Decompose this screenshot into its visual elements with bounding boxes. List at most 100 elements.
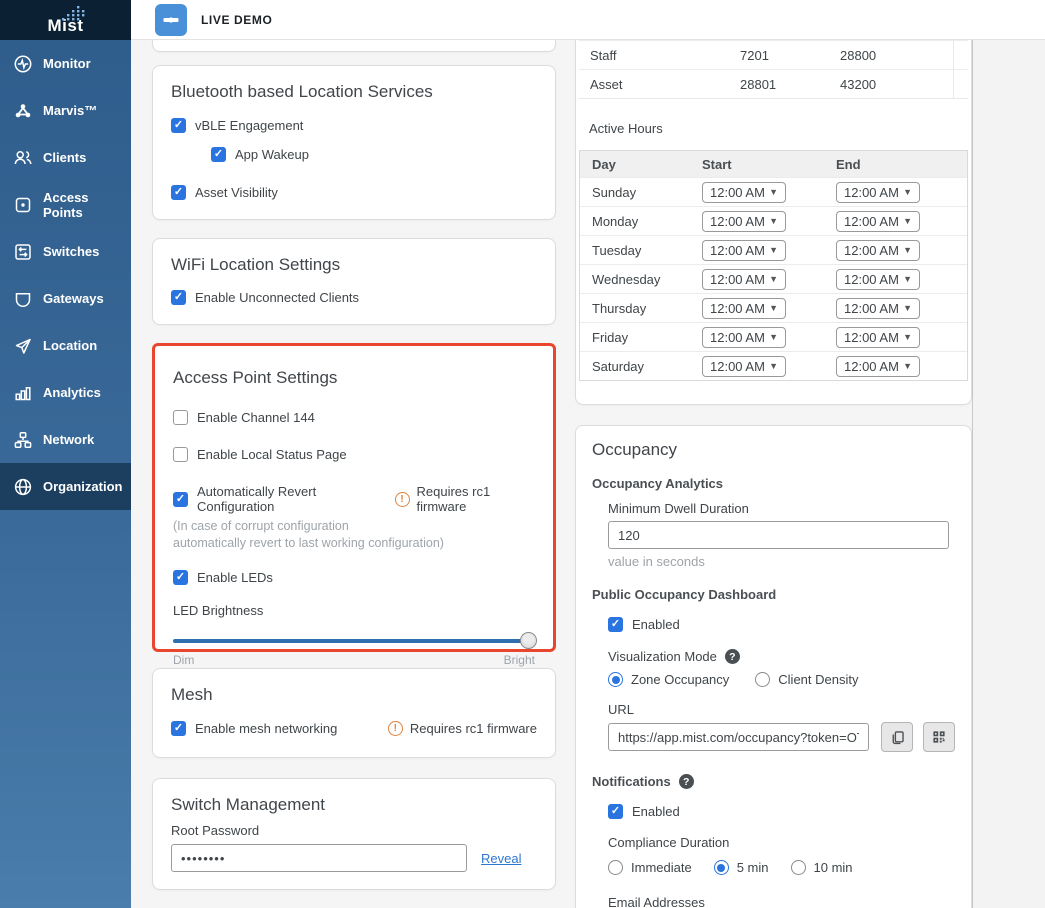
end-time-select[interactable]: 12:00 AM▼	[836, 269, 920, 290]
sidebar-item-clients[interactable]: Clients	[0, 134, 131, 181]
start-time-select[interactable]: 12:00 AM▼	[702, 269, 786, 290]
enable-mesh-checkbox[interactable]: ✓	[171, 721, 186, 736]
active-hours-card: Staff 7201 28800 Asset 28801 43200 Activ…	[575, 40, 972, 405]
local-status-page-checkbox[interactable]	[173, 447, 188, 462]
wifi-location-card: WiFi Location Settings ✓ Enable Unconnec…	[152, 238, 556, 325]
start-time-select[interactable]: 12:00 AM▼	[702, 356, 786, 377]
bluetooth-location-card: Bluetooth based Location Services ✓ vBLE…	[152, 65, 556, 220]
root-password-input[interactable]	[171, 844, 467, 872]
radio-icon[interactable]	[608, 672, 623, 687]
clients-icon	[13, 148, 33, 168]
card-title: Bluetooth based Location Services	[171, 82, 537, 102]
highlight-outline: Access Point Settings Enable Channel 144…	[152, 343, 556, 652]
help-icon[interactable]: ?	[679, 774, 694, 789]
start-time-select[interactable]: 12:00 AM▼	[702, 240, 786, 261]
sidebar-item-location[interactable]: Location	[0, 322, 131, 369]
marvis-icon	[13, 101, 33, 121]
compliance-10min-option[interactable]: 10 min	[791, 860, 853, 875]
sidebar-item-label: Network	[43, 432, 94, 447]
radio-icon[interactable]	[791, 860, 806, 875]
dwell-duration-label: Minimum Dwell Duration	[608, 501, 955, 516]
end-time-select[interactable]: 12:00 AM▼	[836, 327, 920, 348]
reveal-password-link[interactable]: Reveal	[481, 851, 521, 866]
chevron-down-icon: ▼	[769, 274, 778, 284]
app-wakeup-row: ✓ App Wakeup	[211, 147, 537, 162]
sidebar-item-organization[interactable]: Organization	[0, 463, 131, 510]
slider-handle[interactable]	[520, 632, 537, 649]
dashboard-enabled-row: ✓ Enabled	[608, 617, 955, 632]
dwell-duration-input[interactable]	[608, 521, 949, 549]
chevron-down-icon: ▼	[903, 303, 912, 313]
chevron-down-icon: ▼	[903, 361, 912, 371]
zone-occupancy-option[interactable]: Zone Occupancy	[608, 672, 729, 687]
organization-icon	[13, 477, 33, 497]
vble-engagement-checkbox[interactable]: ✓	[171, 118, 186, 133]
sidebar-item-switches[interactable]: Switches	[0, 228, 131, 275]
sidebar-item-marvis[interactable]: Marvis™	[0, 87, 131, 134]
public-dashboard-header: Public Occupancy Dashboard	[592, 587, 955, 602]
qr-code-button[interactable]	[923, 722, 955, 752]
occupancy-card: Occupancy Occupancy Analytics Minimum Dw…	[575, 425, 972, 908]
threshold-row-label: Asset	[579, 77, 729, 92]
sidebar-item-network[interactable]: Network	[0, 416, 131, 463]
sidebar-item-label: Clients	[43, 150, 86, 165]
table-row: Sunday 12:00 AM▼ 12:00 AM▼	[580, 177, 967, 206]
radio-icon[interactable]	[755, 672, 770, 687]
radio-label: Zone Occupancy	[631, 672, 729, 687]
root-password-label: Root Password	[171, 823, 537, 838]
threshold-value-1: 7201	[729, 48, 829, 63]
channel-144-checkbox[interactable]	[173, 410, 188, 425]
checkbox-label: Enable mesh networking	[195, 721, 337, 736]
day-label: Sunday	[580, 185, 690, 200]
end-time-select[interactable]: 12:00 AM▼	[836, 356, 920, 377]
settings-scroll-area[interactable]: Bluetooth based Location Services ✓ vBLE…	[131, 40, 1045, 908]
org-avatar-icon[interactable]	[155, 4, 187, 36]
access-points-icon	[13, 195, 33, 215]
end-time-select[interactable]: 12:00 AM▼	[836, 298, 920, 319]
sidebar-item-gateways[interactable]: Gateways	[0, 275, 131, 322]
radio-icon[interactable]	[608, 860, 623, 875]
sidebar-item-monitor[interactable]: Monitor	[0, 40, 131, 87]
start-time-select[interactable]: 12:00 AM▼	[702, 298, 786, 319]
led-brightness-slider[interactable]	[173, 632, 535, 649]
sidebar-item-access-points[interactable]: Access Points	[0, 181, 131, 228]
start-time-select[interactable]: 12:00 AM▼	[702, 327, 786, 348]
sidebar-item-label: Analytics	[43, 385, 101, 400]
start-time-select[interactable]: 12:00 AM▼	[702, 182, 786, 203]
sidebar-item-label: Switches	[43, 244, 99, 259]
compliance-5min-option[interactable]: 5 min	[714, 860, 769, 875]
switches-icon	[13, 242, 33, 262]
sidebar-item-analytics[interactable]: Analytics	[0, 369, 131, 416]
start-time-select[interactable]: 12:00 AM▼	[702, 211, 786, 232]
chevron-down-icon: ▼	[769, 216, 778, 226]
radio-icon[interactable]	[714, 860, 729, 875]
end-time-select[interactable]: 12:00 AM▼	[836, 211, 920, 232]
dashboard-enabled-checkbox[interactable]: ✓	[608, 617, 623, 632]
notifications-enabled-checkbox[interactable]: ✓	[608, 804, 623, 819]
auto-revert-row: ✓ Automatically Revert Configuration ! R…	[173, 484, 535, 514]
dashboard-url-input[interactable]	[608, 723, 869, 751]
slider-track[interactable]	[173, 639, 535, 643]
chevron-down-icon: ▼	[903, 187, 912, 197]
threshold-value-1: 28801	[729, 77, 829, 92]
sidebar-item-label: Monitor	[43, 56, 91, 71]
unconnected-clients-checkbox[interactable]: ✓	[171, 290, 186, 305]
end-time-select[interactable]: 12:00 AM▼	[836, 240, 920, 261]
app-wakeup-checkbox[interactable]: ✓	[211, 147, 226, 162]
help-icon[interactable]: ?	[725, 649, 740, 664]
auto-revert-checkbox[interactable]: ✓	[173, 492, 188, 507]
enable-leds-checkbox[interactable]: ✓	[173, 570, 188, 585]
copy-url-button[interactable]	[881, 722, 913, 752]
channel-144-row: Enable Channel 144	[173, 410, 535, 425]
client-density-option[interactable]: Client Density	[755, 672, 858, 687]
checkbox-label: Automatically Revert Configuration	[197, 484, 386, 514]
mist-logo[interactable]: Mist	[0, 0, 131, 40]
org-name-label[interactable]: LIVE DEMO	[201, 13, 272, 27]
asset-visibility-checkbox[interactable]: ✓	[171, 185, 186, 200]
compliance-immediate-option[interactable]: Immediate	[608, 860, 692, 875]
end-time-select[interactable]: 12:00 AM▼	[836, 182, 920, 203]
checkbox-label: Enable Channel 144	[197, 410, 315, 425]
chevron-down-icon: ▼	[903, 332, 912, 342]
card-title: WiFi Location Settings	[171, 255, 537, 275]
top-header: Mist LIVE DEMO	[0, 0, 1045, 40]
